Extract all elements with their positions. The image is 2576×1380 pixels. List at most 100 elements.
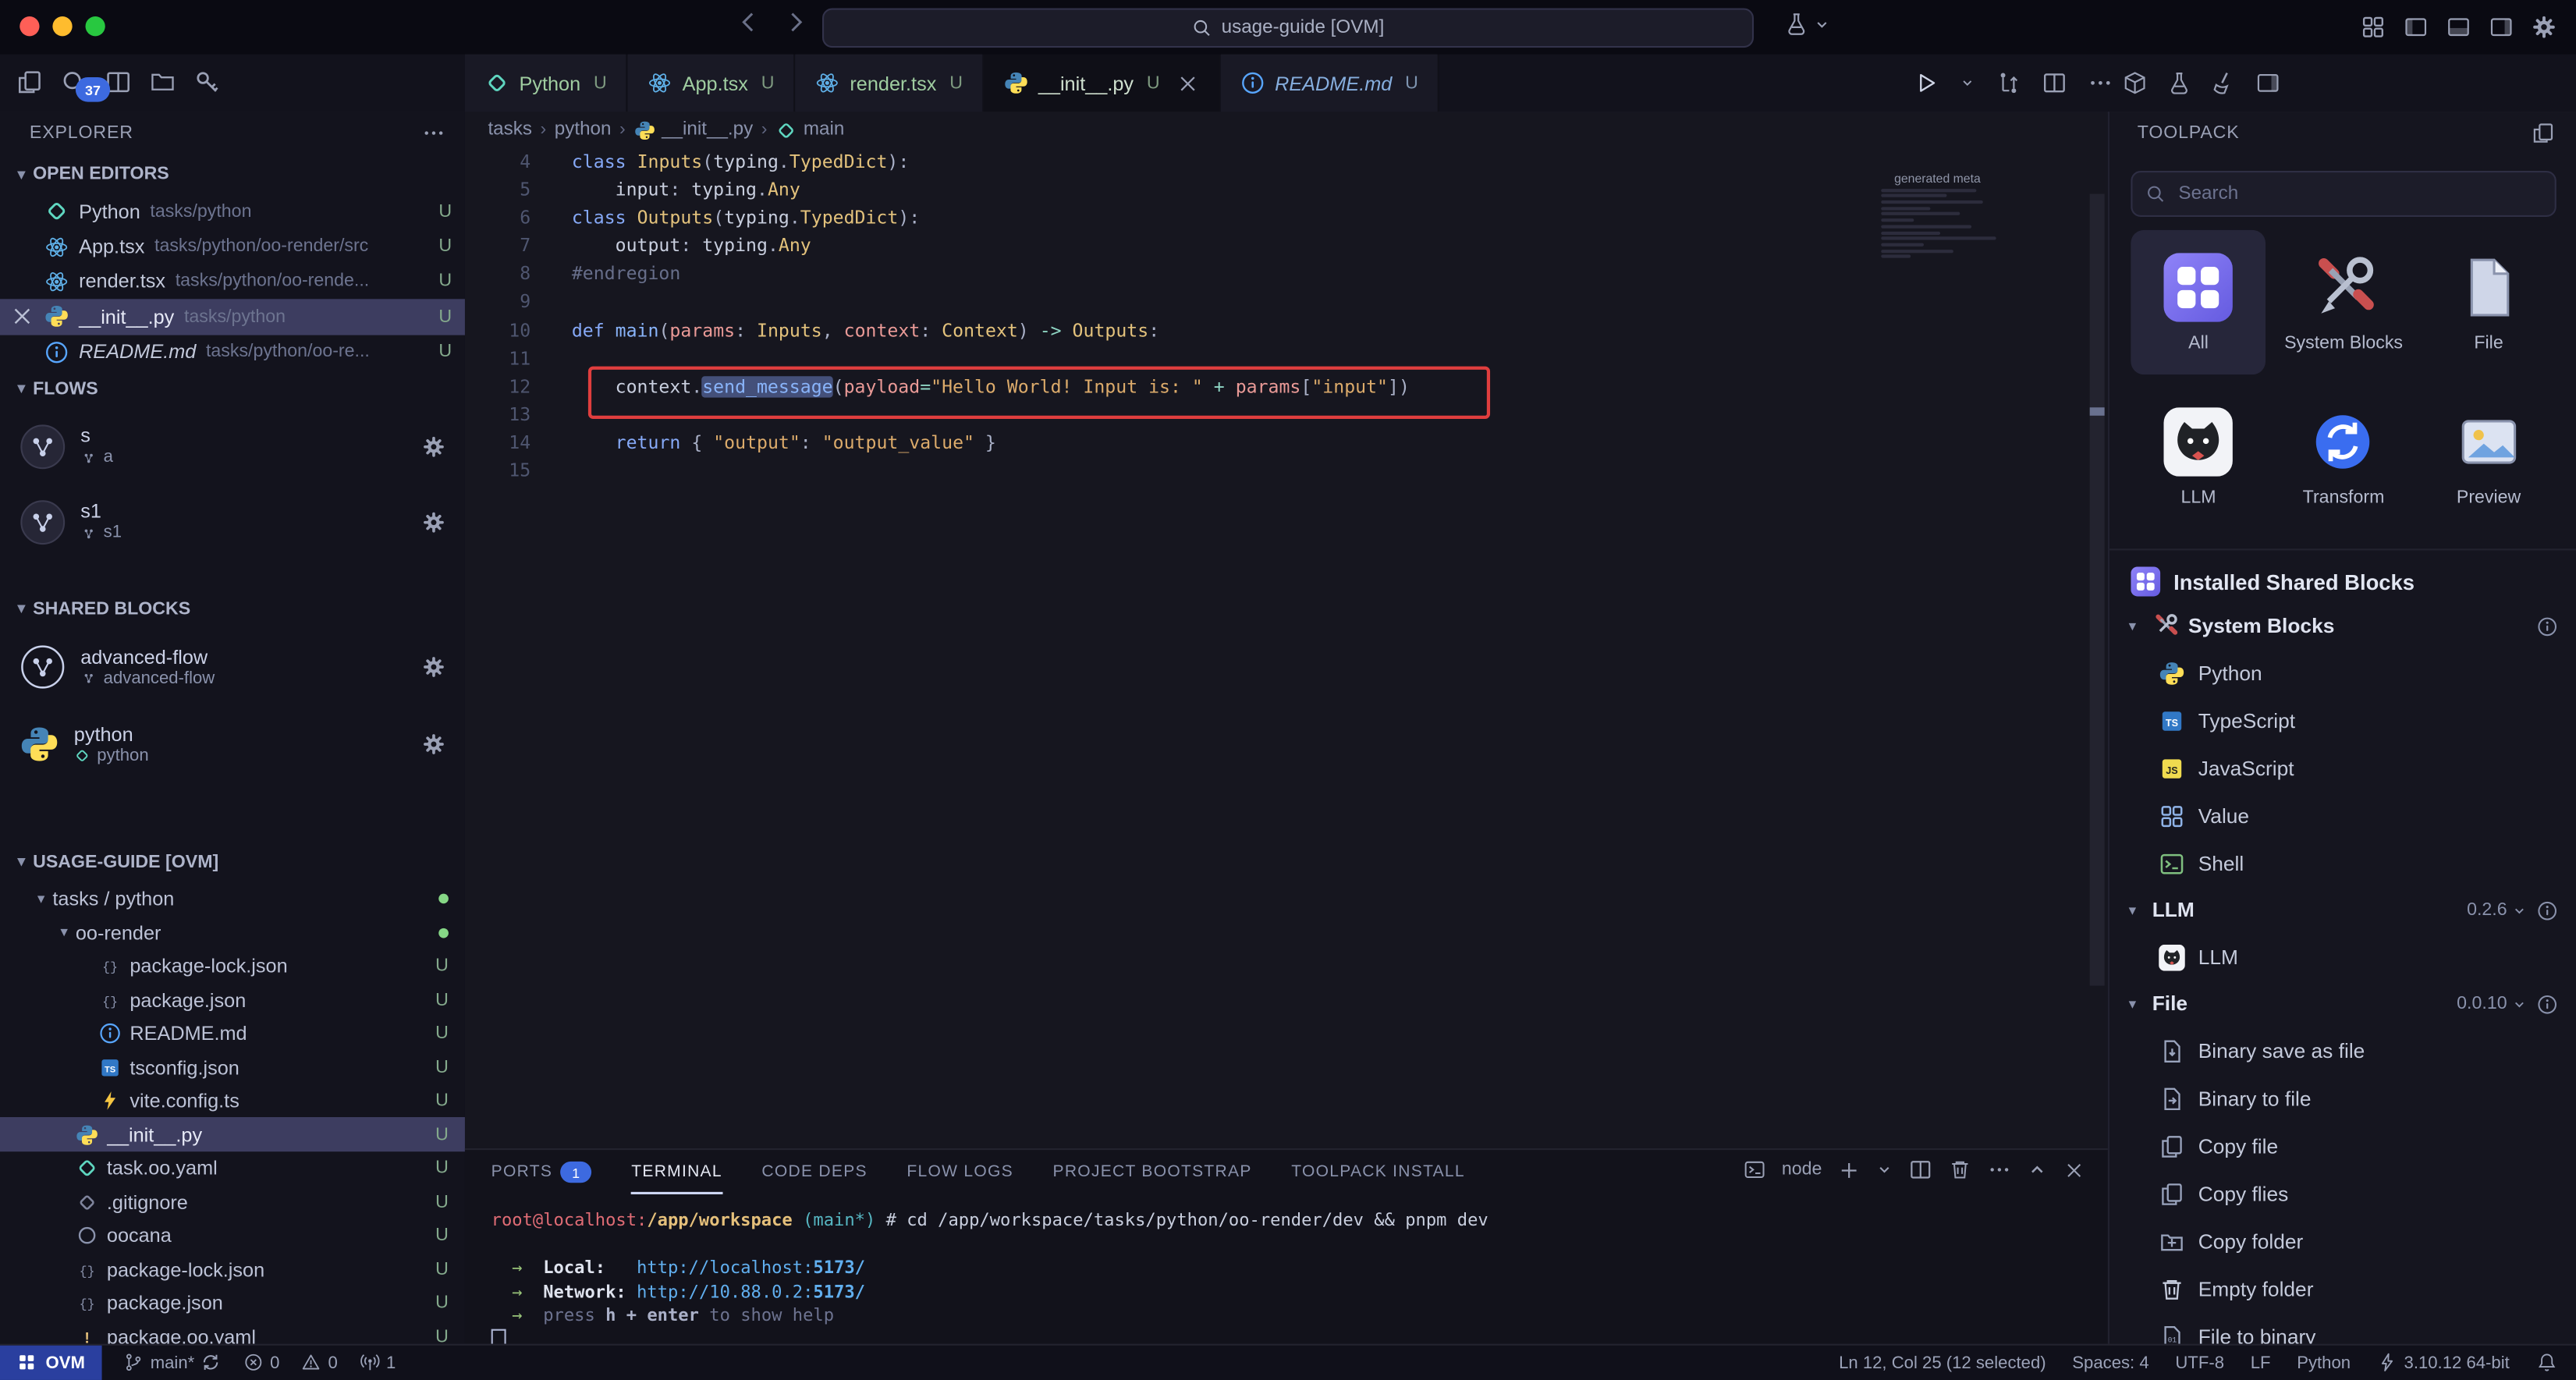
shared-settings-gear-icon[interactable] [422,733,445,756]
tree-item-package.json[interactable]: {}package.jsonU [0,1286,465,1320]
toolpack-block-shell[interactable]: Shell [2109,839,2576,887]
tree-item-README.md[interactable]: README.mdU [0,1016,465,1050]
section-open-editors[interactable]: ▾ OPEN EDITORS [0,154,465,194]
shared-settings-gear-icon[interactable] [422,656,445,679]
close-panel-icon[interactable] [2063,1159,2085,1180]
shell-name[interactable]: node [1782,1160,1822,1180]
split-terminal-icon[interactable] [1909,1158,1932,1181]
breadcrumb-item-python[interactable]: python [555,120,612,140]
status-spaces-4[interactable]: Spaces: 4 [2072,1353,2148,1372]
minimap[interactable]: generated meta [1881,171,2074,258]
toolpack-group-system-blocks[interactable]: ▾System Blocks [2109,603,2576,649]
open-in-editor-icon[interactable] [2532,122,2554,144]
toolpack-block-binary-save-as-file[interactable]: Binary save as file [2109,1027,2576,1074]
explorer-icon[interactable] [16,69,43,95]
tab-__init__.py[interactable]: __init__.pyU [984,54,1220,112]
tab-Python[interactable]: PythonU [465,54,628,112]
toolpack-block-value[interactable]: Value [2109,792,2576,839]
status-bell[interactable] [2535,1353,2556,1373]
toolpack-block-copy-folder[interactable]: Copy folder [2109,1217,2576,1265]
status-1[interactable]: 1 [359,1353,396,1373]
tree-item-package.oo.yaml[interactable]: !package.oo.yamlU [0,1320,465,1346]
toolpack-block-javascript[interactable]: JSJavaScript [2109,744,2576,792]
info-icon[interactable] [2537,899,2558,921]
toolpack-category-transform[interactable]: Transform [2276,385,2411,529]
toolpack-category-llm[interactable]: LLM [2131,385,2266,529]
maximize-panel-icon[interactable] [2028,1160,2047,1180]
open-editor-README.md[interactable]: README.mdtasks/python/oo-re...U [0,335,465,370]
back-icon[interactable] [736,10,761,35]
run-dropdown-icon[interactable] [1960,76,1975,90]
layout-sidebar-left-icon[interactable] [2404,15,2429,40]
status-lf[interactable]: LF [2251,1353,2271,1372]
new-terminal-icon[interactable] [1839,1159,1860,1180]
terminal-dropdown-icon[interactable] [1876,1162,1893,1178]
open-editor-App.tsx[interactable]: App.tsxtasks/python/oo-render/srcU [0,229,465,264]
run-button[interactable] [1914,71,1939,96]
breadcrumb[interactable]: tasks›python›__init__.py›main [465,112,2108,147]
status-0[interactable]: 0 [243,1353,279,1373]
open-editor-__init__.py[interactable]: __init__.pytasks/pythonU [0,300,465,335]
toolpack-category-file[interactable]: File [2421,230,2556,374]
tree-item-tsconfig.json[interactable]: TStsconfig.jsonU [0,1051,465,1084]
toolpack-search-input[interactable] [2175,183,2542,205]
status-3-10-12-64-bit[interactable]: 3.10.12 64-bit [2377,1353,2510,1373]
toolpack-block-copy-file[interactable]: Copy file [2109,1122,2576,1169]
scrollbar-thumb[interactable] [2090,193,2105,985]
toolpack-block-file-to-binary[interactable]: 01File to binary [2109,1313,2576,1346]
tree-item-.gitignore[interactable]: .gitignoreU [0,1185,465,1219]
status-ln-12-col-25-12-selected-[interactable]: Ln 12, Col 25 (12 selected) [1839,1353,2046,1372]
apps-grid-icon[interactable] [2361,15,2386,40]
minimize-window-icon[interactable] [52,16,72,36]
open-editor-render.tsx[interactable]: render.tsxtasks/python/oo-rende...U [0,264,465,300]
panel-tab-project-bootstrap[interactable]: PROJECT BOOTSTRAP [1053,1150,1252,1194]
terminal-shell-icon[interactable] [1742,1158,1765,1181]
tree-item-package-lock.json[interactable]: {}package-lock.jsonU [0,949,465,983]
tree-item-package-lock.json[interactable]: {}package-lock.jsonU [0,1253,465,1286]
layout-panel-bottom-icon[interactable] [2446,15,2471,40]
breadcrumb-item-__init__.py[interactable]: __init__.py [633,119,753,140]
toolpack-category-preview[interactable]: Preview [2421,385,2556,529]
terminal-output[interactable]: root@localhost:/app/workspace (main*) # … [465,1194,2108,1355]
maximize-window-icon[interactable] [86,16,105,36]
beaker-test-icon[interactable] [2167,71,2192,96]
toolpack-block-typescript[interactable]: TSTypeScript [2109,697,2576,744]
code-editor[interactable]: 4class Inputs(typing.TypedDict):5 input:… [465,148,2108,1151]
status-utf-8[interactable]: UTF-8 [2175,1353,2224,1372]
tab-App.tsx[interactable]: App.tsxU [628,54,796,112]
toolpack-search[interactable] [2131,171,2556,217]
tree-item-oo-render[interactable]: ▾oo-render [0,916,465,949]
panel-tab-ports[interactable]: PORTS1 [491,1150,592,1194]
tab-render.tsx[interactable]: render.tsxU [796,54,984,112]
shared-item-advanced-flow[interactable]: advanced-flowadvanced-flow [0,629,465,706]
breadcrumb-item-tasks[interactable]: tasks [488,120,532,140]
more-actions-icon[interactable] [422,122,445,144]
close-window-icon[interactable] [20,16,39,36]
close-tab-icon[interactable] [1176,72,1199,94]
shared-item-python[interactable]: pythonpython [0,706,465,783]
status-0[interactable]: 0 [301,1353,338,1373]
tab-README.md[interactable]: README.mdU [1221,54,1440,112]
flow-item-s1[interactable]: s1s1 [0,484,465,560]
status-OVM[interactable]: OVM [0,1346,102,1380]
section-flows[interactable]: ▾ FLOWS [0,370,465,410]
info-icon[interactable] [2537,616,2558,637]
panel-tab-toolpack-install[interactable]: TOOLPACK INSTALL [1291,1150,1465,1194]
layout-sidebar-right-icon[interactable] [2489,15,2514,40]
clean-broom-icon[interactable] [2212,71,2237,96]
flow-item-s[interactable]: sa [0,409,465,484]
flow-settings-gear-icon[interactable] [422,511,445,534]
settings-gear-icon[interactable] [2532,15,2556,40]
toolpack-group-file[interactable]: ▾File0.0.10 [2109,981,2576,1027]
more-actions-icon[interactable] [2088,71,2113,96]
key-icon[interactable] [193,69,220,95]
tree-item-package.json[interactable]: {}package.jsonU [0,983,465,1016]
window-controls[interactable] [20,16,105,36]
toolpack-group-llm[interactable]: ▾LLM0.2.6 [2109,887,2576,933]
split-editor-icon[interactable] [2042,71,2067,96]
environment-switcher[interactable] [1784,12,1830,37]
tree-item-task.oo.yaml[interactable]: task.oo.yamlU [0,1151,465,1185]
kill-terminal-icon[interactable] [1949,1158,1971,1181]
open-editor-Python[interactable]: Pythontasks/pythonU [0,193,465,229]
status-main*[interactable]: main* [123,1353,222,1373]
